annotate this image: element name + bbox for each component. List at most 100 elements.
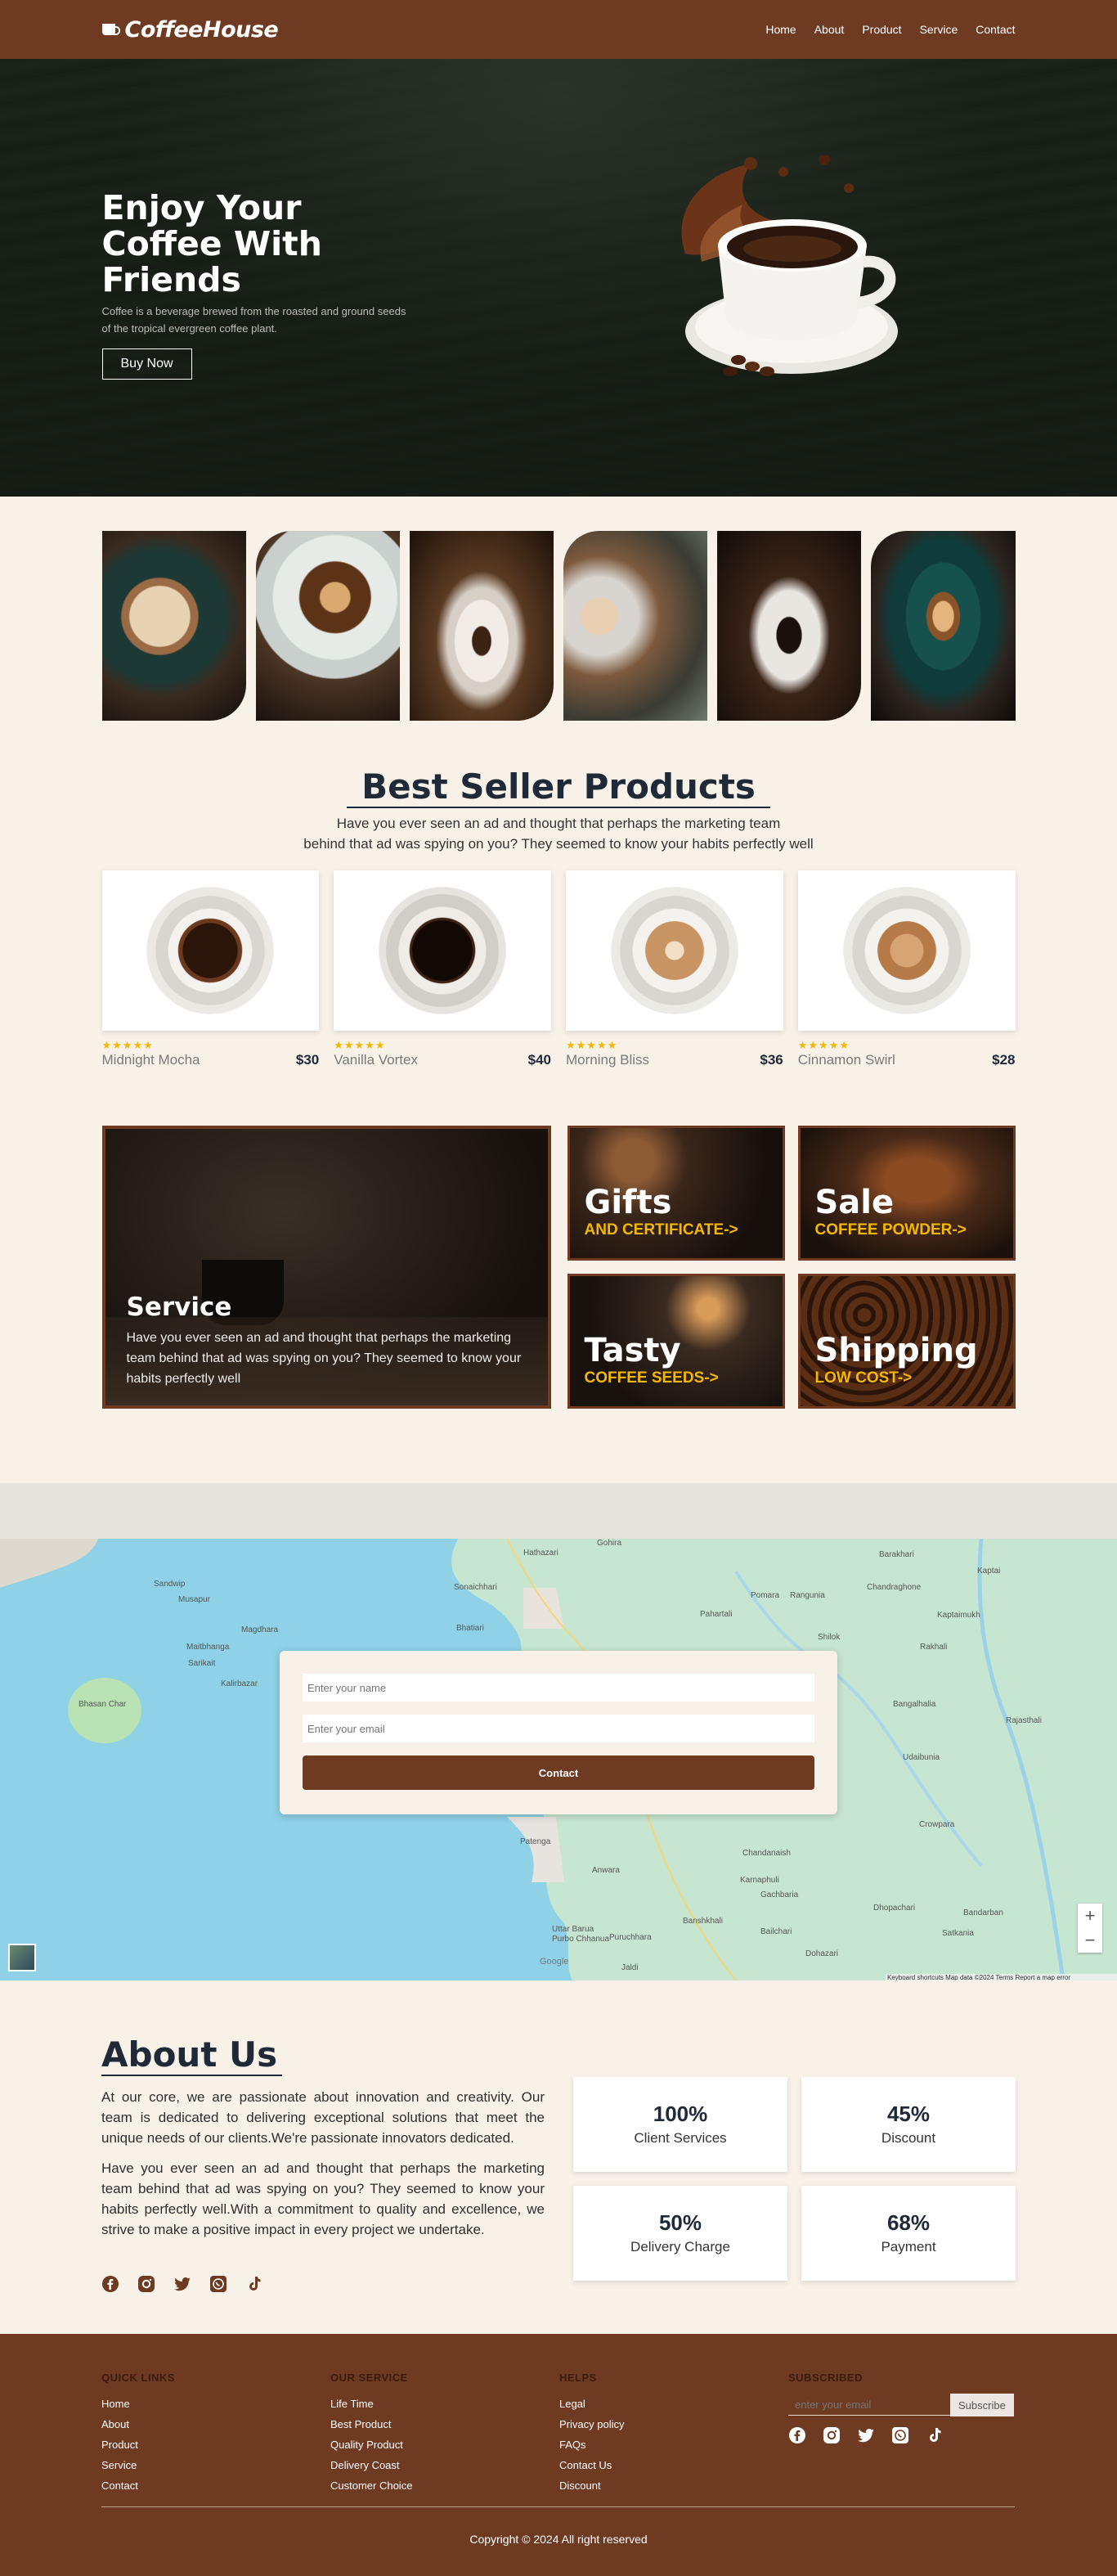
nav-home[interactable]: Home: [765, 23, 796, 36]
footer-link-best-product[interactable]: Best Product: [330, 2414, 412, 2434]
twitter-icon[interactable]: [857, 2426, 875, 2444]
twitter-icon[interactable]: [173, 2275, 191, 2293]
card-title: Tasty: [584, 1332, 681, 1369]
map-label: Dohazari: [805, 1949, 838, 1958]
map-label: Gachbaria: [760, 1890, 799, 1899]
map-label: Magdhara: [241, 1625, 278, 1634]
footer-link-contact[interactable]: Contact: [101, 2475, 175, 2496]
zoom-in-button[interactable]: +: [1078, 1904, 1102, 1928]
footer-link-delivery-coast[interactable]: Delivery Coast: [330, 2455, 412, 2475]
whatsapp-icon[interactable]: [209, 2275, 227, 2293]
nav-about[interactable]: About: [814, 23, 845, 36]
footer-link-legal[interactable]: Legal: [559, 2394, 624, 2414]
map-label: Puruchhara: [609, 1933, 652, 1942]
stat-label: Delivery Charge: [630, 2239, 730, 2255]
product-price: $28: [992, 1052, 1016, 1068]
stat-card: 50% Delivery Charge: [573, 2186, 787, 2281]
card-title: Gifts: [584, 1184, 672, 1221]
product-card[interactable]: ★★★★★ Midnight Mocha $30: [101, 870, 320, 1068]
product-card[interactable]: ★★★★★ Cinnamon Swirl $28: [797, 870, 1016, 1068]
product-card[interactable]: ★★★★★ Morning Bliss $36: [566, 870, 783, 1068]
map-label: Barakhari: [879, 1550, 914, 1559]
map-attribution: Keyboard shortcuts Map data ©2024 Terms …: [887, 1974, 1070, 1980]
footer-link-customer-choice[interactable]: Customer Choice: [330, 2475, 412, 2496]
instagram-icon[interactable]: [823, 2426, 841, 2444]
map-label: Sonaichhari: [454, 1583, 497, 1592]
footer-link-quality-product[interactable]: Quality Product: [330, 2434, 412, 2455]
subscribe-email-input[interactable]: [788, 2394, 950, 2416]
rating-stars: ★★★★★: [101, 1039, 154, 1051]
card-link[interactable]: AND CERTIFICATE->: [585, 1221, 738, 1239]
map-label: Dhopachari: [873, 1904, 915, 1913]
service-feature-card[interactable]: Service Have you ever seen an ad and tho…: [101, 1126, 551, 1409]
name-input[interactable]: [303, 1674, 814, 1702]
map-label: Rakhali: [920, 1643, 947, 1652]
product-image: [797, 870, 1016, 1031]
about-title: About Us: [101, 2034, 283, 2076]
product-card[interactable]: ★★★★★ Vanilla Vortex $40: [334, 870, 551, 1068]
footer-link-service[interactable]: Service: [101, 2455, 175, 2475]
stat-value: 50%: [658, 2210, 702, 2235]
footer-link-discount[interactable]: Discount: [559, 2475, 624, 2496]
best-seller-title: Best Seller Products: [102, 767, 1016, 808]
tiktok-icon[interactable]: [245, 2275, 263, 2293]
email-input[interactable]: [303, 1715, 814, 1742]
whatsapp-icon[interactable]: [891, 2426, 909, 2444]
sale-card[interactable]: Sale COFFEE POWDER->: [797, 1126, 1016, 1261]
subscribe-button[interactable]: Subscribe: [950, 2394, 1014, 2416]
site-footer: QUICK LINKS Home About Product Service C…: [0, 2334, 1117, 2576]
footer-link-home[interactable]: Home: [101, 2394, 175, 2414]
footer-link-privacy-policy[interactable]: Privacy policy: [559, 2414, 624, 2434]
card-link[interactable]: LOW COST->: [815, 1369, 913, 1387]
contact-submit-button[interactable]: Contact: [303, 1756, 814, 1790]
map-label: Rangunia: [790, 1591, 825, 1600]
footer-link-contact-us[interactable]: Contact Us: [559, 2455, 624, 2475]
nav-product[interactable]: Product: [862, 23, 901, 36]
product-image: [101, 870, 320, 1031]
tasty-card[interactable]: Tasty COFFEE SEEDS->: [567, 1274, 785, 1409]
footer-link-product[interactable]: Product: [101, 2434, 175, 2455]
map-label: Kaptai: [977, 1567, 1000, 1576]
map-label: Kalirbazar: [221, 1679, 258, 1688]
best-seller-subtitle: Have you ever seen an ad and thought tha…: [303, 816, 814, 852]
product-image: [566, 870, 783, 1031]
nav-service[interactable]: Service: [920, 23, 958, 36]
nav-contact[interactable]: Contact: [976, 23, 1015, 36]
facebook-icon[interactable]: [101, 2275, 119, 2293]
shipping-card[interactable]: Shipping LOW COST->: [797, 1274, 1016, 1409]
satellite-toggle-button[interactable]: [8, 1944, 36, 1971]
map-label: Chandraghone: [867, 1583, 922, 1592]
footer-subscribe: SUBSCRIBED Subscribe: [788, 2371, 1014, 2444]
stat-label: Discount: [881, 2130, 936, 2146]
brand-name: CoffeeHouse: [124, 16, 279, 43]
map-label: Anwara: [592, 1866, 620, 1875]
zoom-out-button[interactable]: −: [1078, 1928, 1102, 1953]
product-name: Vanilla Vortex: [334, 1052, 418, 1068]
map-label: Banshkhali: [683, 1917, 723, 1926]
coffee-gallery: [101, 497, 1016, 721]
gifts-card[interactable]: Gifts AND CERTIFICATE->: [567, 1126, 785, 1261]
map-label: Gohira: [597, 1539, 621, 1548]
gallery-image: [717, 531, 862, 721]
service-description: Have you ever seen an ad and thought tha…: [126, 1331, 522, 1386]
contact-form: Contact: [280, 1651, 837, 1814]
stat-card: 68% Payment: [801, 2186, 1016, 2281]
card-link[interactable]: COFFEE POWDER->: [815, 1221, 967, 1239]
footer-link-faqs[interactable]: FAQs: [559, 2434, 624, 2455]
footer-social-links: [788, 2426, 1014, 2444]
stat-card: 45% Discount: [801, 2077, 1016, 2172]
map-label: Maitbhanga: [186, 1643, 230, 1652]
product-price: $36: [760, 1052, 783, 1068]
hero-subtitle: Coffee is a beverage brewed from the roa…: [101, 305, 406, 335]
instagram-icon[interactable]: [137, 2275, 155, 2293]
footer-link-about[interactable]: About: [101, 2414, 175, 2434]
buy-now-button[interactable]: Buy Now: [101, 348, 192, 380]
services-section: Service Have you ever seen an ad and tho…: [101, 1126, 1016, 1409]
card-link[interactable]: COFFEE SEEDS->: [585, 1369, 719, 1387]
map-label: Crowpara: [919, 1820, 955, 1829]
brand-logo[interactable]: CoffeeHouse: [101, 16, 279, 43]
tiktok-icon[interactable]: [926, 2426, 944, 2444]
facebook-icon[interactable]: [788, 2426, 806, 2444]
map-label: Karnaphuli: [740, 1876, 779, 1885]
footer-link-life-time[interactable]: Life Time: [330, 2394, 412, 2414]
